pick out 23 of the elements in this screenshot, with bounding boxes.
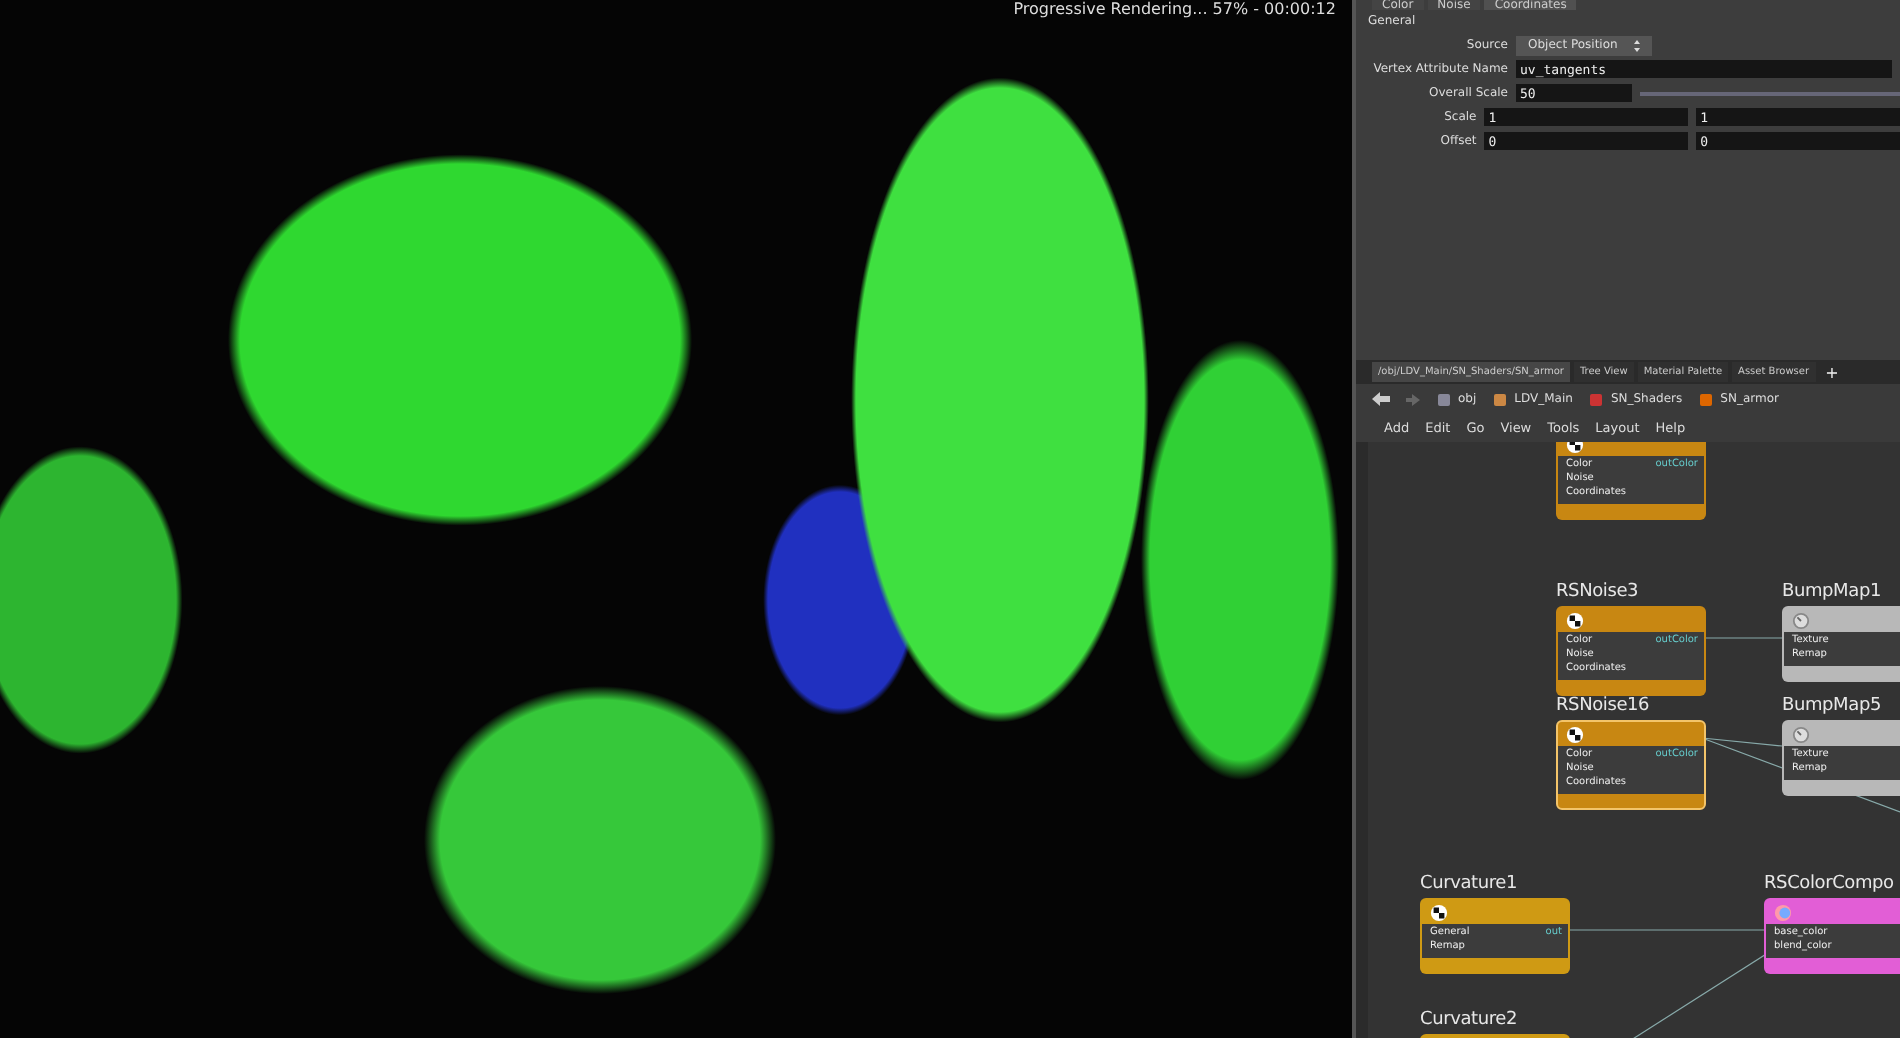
color-wheel-icon (1774, 903, 1792, 921)
node-type-icon (1588, 391, 1605, 407)
updown-icon (1633, 39, 1640, 51)
node-title: BumpMap1 (1782, 582, 1883, 602)
forward-arrow-icon[interactable] (1406, 393, 1420, 405)
node-title: Curvature2 (1420, 1010, 1520, 1030)
node-title: BumpMap5 (1782, 696, 1883, 716)
node-type-icon (1492, 391, 1509, 407)
node-type-icon (1436, 391, 1452, 407)
checker-ball-icon (1430, 903, 1448, 921)
checker-ball-icon (1566, 725, 1584, 743)
node-title: RSColorCompo (1764, 874, 1896, 894)
dial-icon (1792, 725, 1810, 743)
back-arrow-icon[interactable] (1372, 392, 1390, 406)
node-title: RSNoise16 (1556, 696, 1652, 716)
add-tab-button[interactable]: + (1819, 363, 1845, 381)
node-title: Curvature1 (1420, 874, 1520, 894)
node-type-icon (1698, 391, 1715, 407)
wire (1701, 637, 1783, 639)
dial-icon (1792, 611, 1810, 629)
render-status: Progressive Rendering... 57% - 00:00:12 (1013, 0, 1336, 18)
checker-ball-icon (1566, 611, 1584, 629)
node-title: RSNoise3 (1556, 582, 1641, 602)
